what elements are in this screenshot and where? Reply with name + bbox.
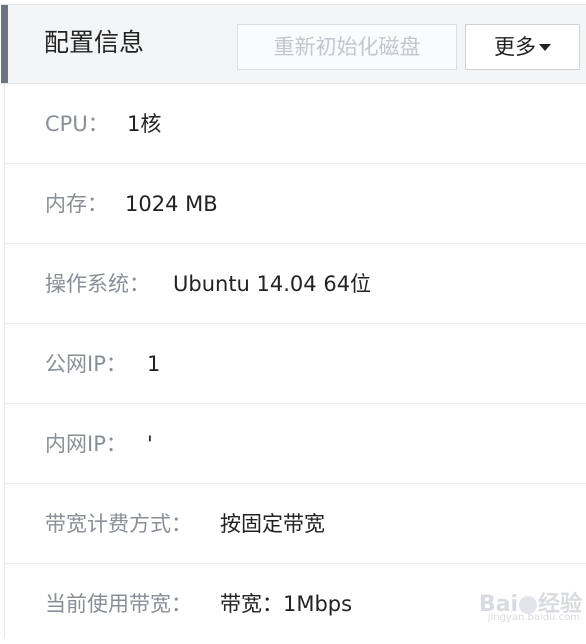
private-ip-label: 内网IP： bbox=[45, 404, 127, 484]
os-value: Ubuntu 14.04 64位 bbox=[173, 244, 371, 324]
os-label: 操作系统： bbox=[45, 244, 150, 324]
baidu-watermark: Bai经验 jingyan.baidu.com bbox=[479, 586, 582, 618]
info-row-memory: 内存： 1024 MB bbox=[5, 164, 586, 244]
info-row-private-ip: 内网IP： ' bbox=[5, 404, 586, 484]
more-dropdown-button[interactable]: 更多 bbox=[465, 24, 580, 70]
caret-down-icon bbox=[539, 44, 551, 51]
memory-label: 内存： bbox=[45, 164, 108, 244]
memory-value: 1024 MB bbox=[125, 164, 218, 244]
reinitialize-disk-button[interactable]: 重新初始化磁盘 bbox=[237, 24, 457, 70]
private-ip-value: ' bbox=[147, 404, 153, 484]
panel-header: 配置信息 重新初始化磁盘 更多 bbox=[1, 4, 586, 84]
info-row-cpu: CPU： 1核 bbox=[5, 84, 586, 164]
info-row-os: 操作系统： Ubuntu 14.04 64位 bbox=[5, 244, 586, 324]
cpu-value: 1核 bbox=[127, 84, 161, 164]
info-row-public-ip: 公网IP： 1 bbox=[5, 324, 586, 404]
panel-title: 配置信息 bbox=[44, 27, 144, 59]
billing-value: 按固定带宽 bbox=[220, 484, 325, 564]
public-ip-value: 1 bbox=[147, 324, 160, 404]
billing-label: 带宽计费方式： bbox=[45, 484, 192, 564]
header-accent-bar bbox=[1, 5, 8, 83]
bandwidth-label: 当前使用带宽： bbox=[45, 564, 192, 644]
more-button-label: 更多 bbox=[494, 35, 536, 59]
bandwidth-value: 带宽：1Mbps bbox=[220, 564, 352, 644]
config-panel: 配置信息 重新初始化磁盘 更多 CPU： 1核 内存： 1024 MB 操作系统… bbox=[4, 4, 586, 638]
info-row-billing: 带宽计费方式： 按固定带宽 bbox=[5, 484, 586, 564]
cpu-label: CPU： bbox=[45, 84, 109, 164]
public-ip-label: 公网IP： bbox=[45, 324, 127, 404]
watermark-sub: jingyan.baidu.com bbox=[488, 612, 580, 623]
